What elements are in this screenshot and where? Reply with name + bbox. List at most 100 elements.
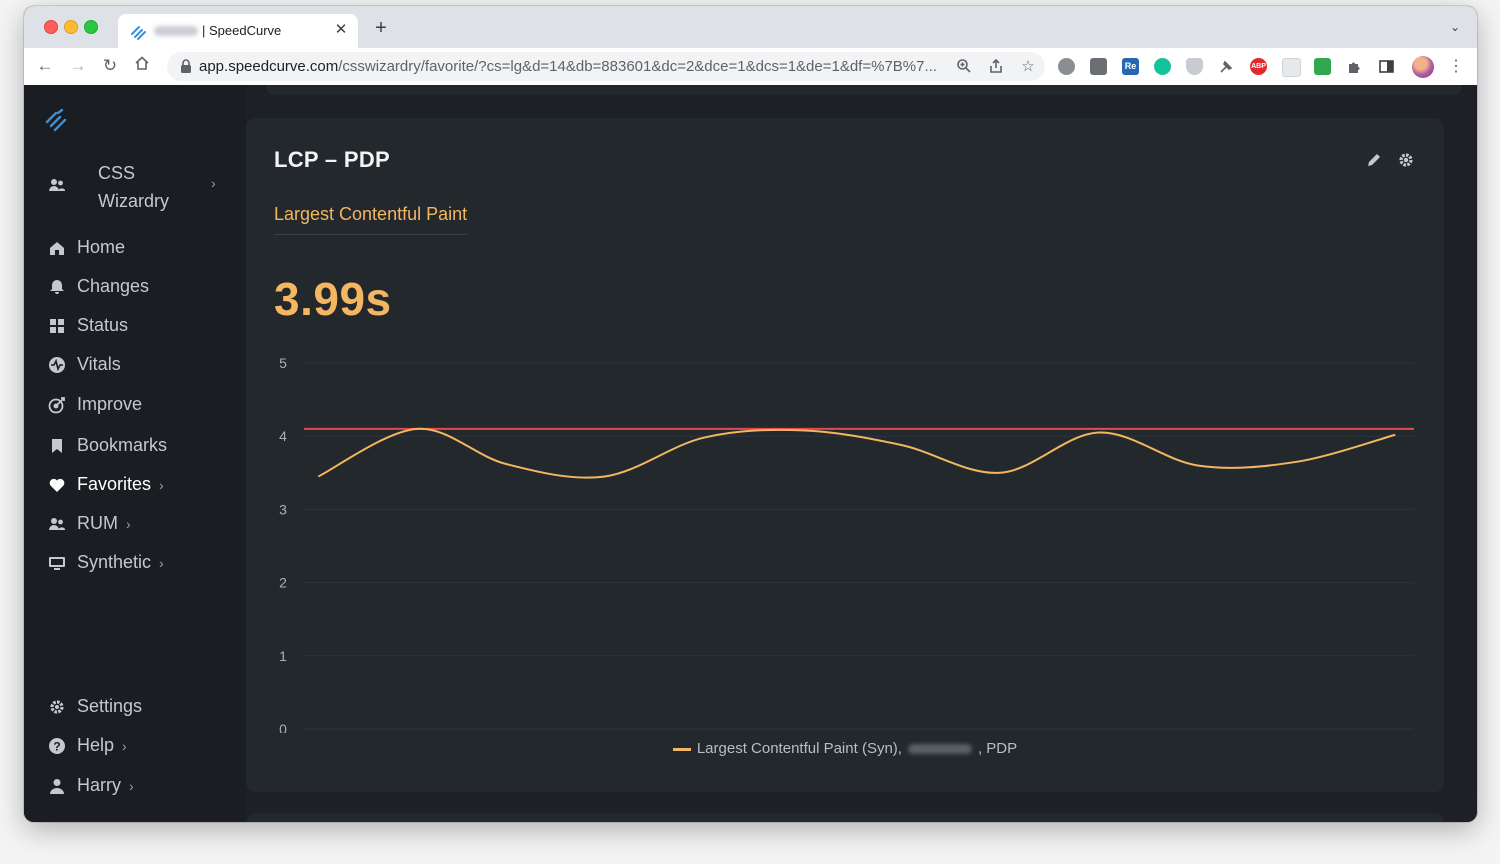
chevron-right-icon: › bbox=[122, 737, 127, 754]
chevron-right-icon: › bbox=[129, 777, 134, 794]
sidebar-item-favorites[interactable]: Favorites › bbox=[48, 474, 164, 495]
settings-gear-icon[interactable] bbox=[1396, 150, 1416, 170]
profile-avatar[interactable] bbox=[1412, 56, 1434, 78]
chevron-right-icon: › bbox=[159, 554, 164, 571]
main-content: LCP – PDP Largest Contentful Paint 3.99s… bbox=[246, 85, 1477, 822]
sidebar-item-label: Synthetic bbox=[77, 552, 152, 572]
extension-grammarly-icon[interactable] bbox=[1154, 58, 1171, 75]
help-icon: ? bbox=[48, 737, 66, 755]
lcp-line-chart: 0123454 Apr5 Apr6 Apr7 Apr8 Apr9 Apr10 A… bbox=[279, 355, 1414, 733]
sidebar-item-changes[interactable]: Changes bbox=[48, 276, 149, 297]
minimize-window-button[interactable] bbox=[64, 20, 78, 34]
blurred-site-name bbox=[154, 26, 198, 36]
browser-menu-icon[interactable]: ⋮ bbox=[1448, 56, 1464, 78]
lock-icon bbox=[181, 59, 191, 73]
site-switcher[interactable]: CSS Wizardry › bbox=[48, 157, 228, 213]
sidebar-item-synthetic[interactable]: Synthetic › bbox=[48, 552, 164, 573]
y-tick-label: 1 bbox=[279, 648, 287, 664]
sidebar-item-label: Improve bbox=[77, 394, 143, 414]
speedcurve-logo-icon[interactable] bbox=[44, 107, 70, 133]
extension-pin-icon[interactable] bbox=[1218, 58, 1235, 75]
chevron-right-icon: › bbox=[211, 175, 216, 191]
svg-text:?: ? bbox=[53, 739, 60, 753]
side-panel-icon[interactable] bbox=[1378, 58, 1395, 75]
browser-window: | SpeedCurve ✕ + ⌄ ← → ↻ app.speedcurve.… bbox=[24, 6, 1477, 822]
sidebar-item-label: Changes bbox=[77, 276, 150, 296]
zoom-icon[interactable] bbox=[955, 58, 973, 76]
bookmark-icon bbox=[48, 437, 66, 455]
new-tab-button[interactable]: + bbox=[370, 17, 392, 39]
home-browser-icon[interactable] bbox=[131, 55, 153, 77]
sidebar-item-improve[interactable]: Improve bbox=[48, 394, 142, 415]
legend-label-prefix: Largest Contentful Paint (Syn), bbox=[696, 740, 902, 757]
tab-search-chevron-icon[interactable]: ⌄ bbox=[1447, 19, 1463, 35]
sidebar-item-label: RUM bbox=[77, 513, 118, 533]
browser-tab-active[interactable]: | SpeedCurve ✕ bbox=[118, 14, 358, 48]
bell-icon bbox=[48, 278, 66, 296]
extension-adblock-icon[interactable]: ABP bbox=[1250, 58, 1267, 75]
y-tick-label: 5 bbox=[279, 355, 287, 371]
users-icon bbox=[49, 179, 65, 191]
y-tick-label: 0 bbox=[279, 721, 287, 733]
legend-label-suffix: , PDP bbox=[977, 740, 1018, 757]
extensions-puzzle-icon[interactable] bbox=[1346, 58, 1363, 75]
sidebar-item-label: Vitals bbox=[77, 354, 121, 374]
chart-legend[interactable]: Largest Contentful Paint (Syn), , PDP bbox=[246, 740, 1444, 757]
sidebar-item-harry[interactable]: Harry › bbox=[48, 775, 134, 796]
extension-gear-icon[interactable] bbox=[1058, 58, 1075, 75]
metric-name: Largest Contentful Paint bbox=[274, 204, 468, 235]
maximize-window-button[interactable] bbox=[84, 20, 98, 34]
address-bar[interactable]: app.speedcurve.com/csswizardry/favorite/… bbox=[167, 52, 1045, 81]
metric-value: 3.99s bbox=[274, 273, 392, 325]
y-tick-label: 4 bbox=[279, 428, 287, 444]
next-card-edge bbox=[246, 813, 1444, 822]
browser-toolbar: ← → ↻ app.speedcurve.com/csswizardry/fav… bbox=[24, 48, 1477, 86]
close-window-button[interactable] bbox=[44, 20, 58, 34]
speedcurve-favicon-icon bbox=[131, 26, 146, 40]
chevron-right-icon: › bbox=[159, 476, 164, 493]
close-tab-icon[interactable]: ✕ bbox=[332, 21, 350, 39]
edit-pencil-icon[interactable] bbox=[1364, 150, 1384, 170]
y-tick-label: 2 bbox=[279, 575, 287, 591]
sidebar-item-help[interactable]: ? Help › bbox=[48, 735, 127, 756]
gear-icon bbox=[48, 698, 66, 716]
url-text: app.speedcurve.com/csswizardry/favorite/… bbox=[199, 58, 937, 75]
site-name: CSS Wizardry bbox=[98, 163, 169, 211]
extension-grid-icon[interactable] bbox=[1282, 58, 1301, 77]
extension-green-icon[interactable] bbox=[1314, 58, 1331, 75]
grid-icon bbox=[48, 317, 66, 335]
reload-icon[interactable]: ↻ bbox=[99, 55, 121, 77]
sidebar: CSS Wizardry › Home Changes Status Vitals Im… bbox=[24, 85, 246, 822]
sidebar-item-label: Help bbox=[77, 735, 115, 755]
bookmark-star-icon[interactable]: ☆ bbox=[1019, 58, 1037, 76]
extension-camera-icon[interactable] bbox=[1090, 58, 1107, 75]
sidebar-item-label: Bookmarks bbox=[77, 435, 168, 455]
sidebar-item-vitals[interactable]: Vitals bbox=[48, 354, 121, 375]
heart-icon bbox=[48, 476, 66, 494]
home-icon bbox=[48, 239, 66, 257]
back-icon[interactable]: ← bbox=[34, 55, 56, 77]
sidebar-item-label: Settings bbox=[77, 696, 143, 716]
sidebar-item-status[interactable]: Status bbox=[48, 315, 128, 336]
sidebar-item-settings[interactable]: Settings bbox=[48, 696, 142, 717]
tab-strip: | SpeedCurve ✕ + ⌄ bbox=[24, 6, 1477, 48]
sidebar-item-rum[interactable]: RUM › bbox=[48, 513, 131, 534]
extension-re-icon[interactable]: Re bbox=[1122, 58, 1139, 75]
user-icon bbox=[48, 777, 66, 795]
favorite-chart-card: LCP – PDP Largest Contentful Paint 3.99s… bbox=[246, 118, 1444, 792]
chevron-right-icon: › bbox=[126, 515, 131, 532]
sidebar-item-home[interactable]: Home bbox=[48, 237, 125, 258]
forward-icon[interactable]: → bbox=[67, 55, 89, 77]
extension-shield-icon[interactable] bbox=[1186, 58, 1203, 75]
sidebar-item-label: Harry bbox=[77, 775, 121, 795]
speedcurve-app: CSS Wizardry › Home Changes Status Vitals Im… bbox=[24, 85, 1477, 822]
blurred-site-name bbox=[907, 744, 972, 755]
users-icon bbox=[48, 515, 66, 533]
card-actions bbox=[1364, 150, 1416, 170]
sidebar-item-bookmarks[interactable]: Bookmarks bbox=[48, 435, 167, 456]
monitor-icon bbox=[48, 554, 66, 572]
sidebar-item-label: Home bbox=[77, 237, 126, 257]
card-title: LCP – PDP bbox=[274, 147, 390, 172]
sidebar-item-label: Favorites bbox=[77, 474, 152, 494]
share-icon[interactable] bbox=[987, 58, 1005, 76]
